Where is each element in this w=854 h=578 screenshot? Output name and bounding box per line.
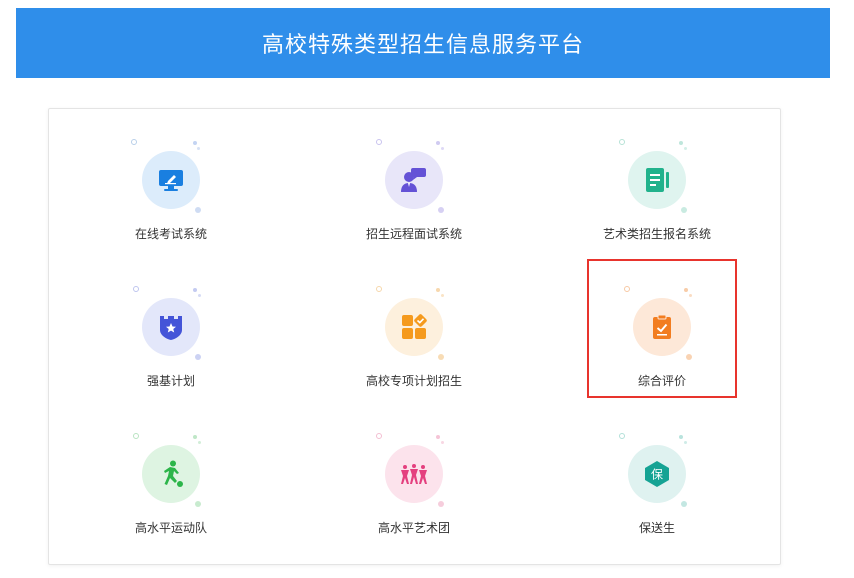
tile-icon-wrap <box>617 137 697 217</box>
tile-label: 综合评价 <box>637 374 686 388</box>
tile-special-plan[interactable]: 高校专项计划招生 <box>339 284 489 420</box>
dancers-icon <box>385 445 443 503</box>
tile-icon-wrap <box>131 284 211 364</box>
tile-online-exam[interactable]: 在线考试系统 <box>96 137 246 273</box>
tile-icon-wrap <box>622 284 702 364</box>
clipboard-check-icon <box>633 298 691 356</box>
tile-label: 高水平运动队 <box>134 521 207 535</box>
tile-label: 在线考试系统 <box>134 227 207 241</box>
tile-icon-wrap <box>131 137 211 217</box>
form-document-icon <box>628 151 686 209</box>
tile-icon-wrap <box>374 284 454 364</box>
tile-label: 高水平艺术团 <box>377 521 450 535</box>
tile-icon-wrap: 保 <box>617 431 697 511</box>
tile-strong-foundation[interactable]: 强基计划 <box>96 284 246 420</box>
interview-person-icon <box>385 151 443 209</box>
soccer-player-icon <box>142 445 200 503</box>
page-header: 高校特殊类型招生信息服务平台 <box>16 8 830 78</box>
tile-icon-wrap <box>374 431 454 511</box>
tile-remote-interview[interactable]: 招生远程面试系统 <box>339 137 489 273</box>
page-title: 高校特殊类型招生信息服务平台 <box>261 33 584 58</box>
tile-icon-wrap <box>374 137 454 217</box>
tile-label: 保送生 <box>638 521 675 535</box>
tile-label: 强基计划 <box>146 374 195 388</box>
tile-art-troupe[interactable]: 高水平艺术团 <box>339 431 489 567</box>
grid-apps-icon <box>385 298 443 356</box>
tile-label: 艺术类招生报名系统 <box>602 227 711 241</box>
monitor-edit-icon <box>142 151 200 209</box>
tile-sports-team[interactable]: 高水平运动队 <box>96 431 246 567</box>
castle-shield-icon <box>142 298 200 356</box>
services-card: 在线考试系统 招生远程面试系统 艺术类招生报名系统 强基计划 高校专项计划招生 … <box>48 108 781 565</box>
tile-comprehensive-evaluation[interactable]: 综合评价 <box>587 259 737 398</box>
hexagon-badge-icon: 保 <box>628 445 686 503</box>
tile-art-registration[interactable]: 艺术类招生报名系统 <box>582 137 732 273</box>
tile-label: 招生远程面试系统 <box>365 227 462 241</box>
tile-label: 高校专项计划招生 <box>365 374 462 388</box>
tile-recommended-students[interactable]: 保 保送生 <box>582 431 732 567</box>
badge-glyph: 保 <box>651 468 663 482</box>
tile-icon-wrap <box>131 431 211 511</box>
